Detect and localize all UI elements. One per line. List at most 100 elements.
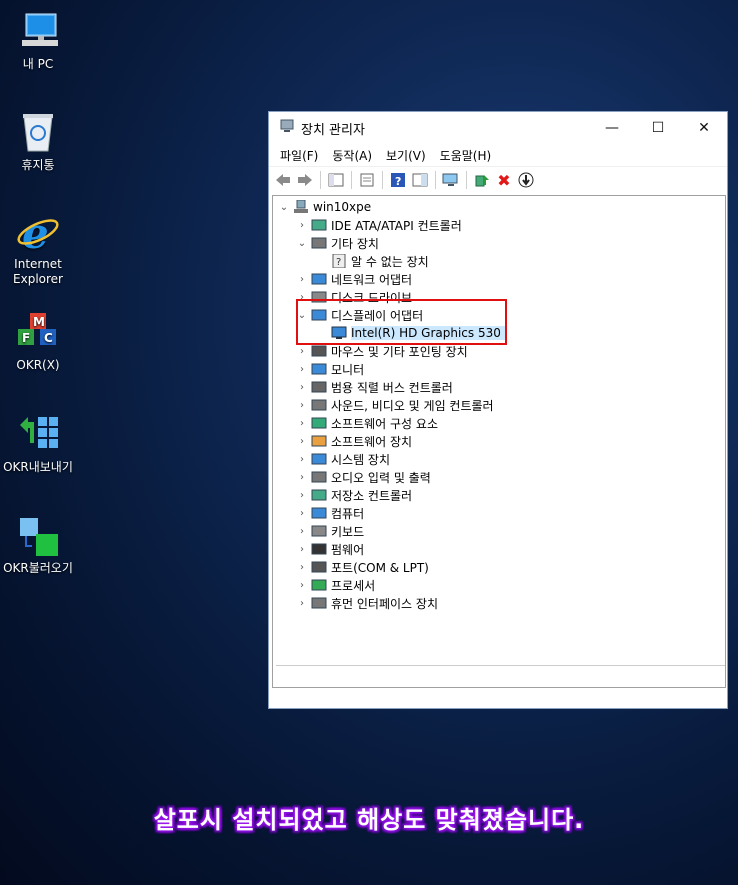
toolbar-separator (435, 171, 436, 189)
system-device-icon (311, 452, 327, 466)
chevron-right-icon[interactable]: › (295, 472, 309, 483)
tree-child-label: 알 수 없는 장치 (351, 254, 429, 269)
chevron-right-icon[interactable]: › (295, 220, 309, 231)
forward-arrow-icon[interactable] (295, 170, 315, 190)
tree-item[interactable]: › 사운드, 비디오 및 게임 컨트롤러 (295, 396, 494, 414)
tree-item-label: 소프트웨어 장치 (331, 434, 413, 449)
software-component-icon (311, 416, 327, 430)
chevron-right-icon[interactable]: › (295, 454, 309, 465)
chevron-right-icon[interactable]: › (295, 400, 309, 411)
svg-text:C: C (44, 331, 53, 345)
chevron-right-icon[interactable]: › (295, 490, 309, 501)
chevron-down-icon[interactable]: ⌄ (295, 238, 309, 249)
title-bar[interactable]: 장치 관리자 — ☐ ✕ (269, 112, 727, 144)
unknown-device-icon: ? (331, 253, 347, 269)
tree-item-label: 시스템 장치 (331, 452, 391, 467)
chevron-right-icon[interactable]: › (295, 346, 309, 357)
chevron-right-icon[interactable]: › (295, 580, 309, 591)
tree-item[interactable]: › 네트워크 어댑터 (295, 270, 412, 288)
show-hide-console-tree-icon[interactable] (326, 170, 346, 190)
desktop-icon-my-pc[interactable]: 내 PC (0, 10, 76, 72)
ide-controller-icon (311, 218, 327, 232)
tree-item-label: IDE ATA/ATAPI 컨트롤러 (331, 218, 462, 233)
chevron-right-icon[interactable]: › (295, 364, 309, 375)
minimize-button[interactable]: — (589, 112, 635, 144)
desktop-icon-label: Internet Explorer (13, 257, 63, 286)
chevron-right-icon[interactable]: › (295, 562, 309, 573)
tree-item[interactable]: › 오디오 입력 및 출력 (295, 468, 431, 486)
action-pane-icon[interactable] (410, 170, 430, 190)
internet-explorer-icon: e (16, 209, 60, 258)
chevron-right-icon[interactable]: › (295, 436, 309, 447)
storage-controller-icon (311, 488, 327, 502)
tree-item-label: 저장소 컨트롤러 (331, 488, 413, 503)
desktop-icon-okr-export[interactable]: OKR내보내기 (0, 413, 76, 475)
tree-item[interactable]: › 포트(COM & LPT) (295, 558, 429, 576)
tree-item[interactable]: › 모니터 (295, 360, 364, 378)
back-arrow-icon[interactable] (273, 170, 293, 190)
help-icon[interactable]: ? (388, 170, 408, 190)
desktop-icon-recycle-bin[interactable]: 휴지통 (0, 111, 76, 173)
tree-root[interactable]: ⌄ win10xpe (277, 198, 371, 216)
properties-icon[interactable] (357, 170, 377, 190)
menu-file[interactable]: 파일(F) (273, 145, 325, 166)
tree-child-item[interactable]: ? 알 수 없는 장치 (329, 252, 429, 270)
desktop-icon-okr-import[interactable]: OKR불러오기 (0, 514, 76, 576)
chevron-right-icon[interactable]: › (295, 526, 309, 537)
tree-item[interactable]: › 키보드 (295, 522, 364, 540)
chevron-right-icon[interactable]: › (295, 418, 309, 429)
okr-import-icon (16, 514, 60, 558)
uninstall-device-icon[interactable]: ✖ (494, 170, 514, 190)
tree-item[interactable]: › 저장소 컨트롤러 (295, 486, 412, 504)
chevron-right-icon[interactable]: › (295, 274, 309, 285)
okr-export-icon (16, 413, 60, 457)
tree-item[interactable]: › 펌웨어 (295, 540, 364, 558)
desktop-icon-internet-explorer[interactable]: e Internet Explorer (0, 209, 76, 287)
disable-device-icon[interactable] (516, 170, 536, 190)
chevron-right-icon[interactable]: › (295, 598, 309, 609)
tree-item-label: 컴퓨터 (331, 506, 365, 521)
mouse-icon (311, 344, 327, 358)
device-tree: ⌄ win10xpe › IDE ATA/ATAPI 컨트롤러 ⌄ 기타 장치? 알 수… (272, 195, 726, 688)
menu-view[interactable]: 보기(V) (379, 145, 433, 166)
processor-icon (311, 578, 327, 592)
firmware-icon (311, 542, 327, 556)
svg-text:F: F (22, 331, 30, 345)
tree-item[interactable]: ⌄ 기타 장치 (295, 234, 379, 252)
port-icon (311, 560, 327, 574)
tree-item[interactable]: › IDE ATA/ATAPI 컨트롤러 (295, 216, 462, 234)
network-adapter-icon (311, 272, 327, 286)
audio-io-icon (311, 470, 327, 484)
chevron-right-icon[interactable]: › (295, 508, 309, 519)
svg-text:e: e (22, 210, 49, 254)
tree-item[interactable]: › 소프트웨어 장치 (295, 432, 412, 450)
chevron-down-icon[interactable]: ⌄ (277, 202, 291, 213)
chevron-right-icon[interactable]: › (295, 382, 309, 393)
desktop-icon-okr[interactable]: MFC OKR(X) (0, 311, 76, 373)
monitor-icon (311, 362, 327, 376)
maximize-button[interactable]: ☐ (635, 112, 681, 144)
desktop-icon-label: OKR불러오기 (3, 561, 73, 575)
window-title: 장치 관리자 (301, 122, 365, 138)
svg-text:?: ? (395, 175, 401, 187)
tree-item[interactable]: › 프로세서 (295, 576, 375, 594)
computer-icon (311, 506, 327, 520)
desktop-icon-label: 휴지통 (21, 158, 55, 172)
chevron-right-icon[interactable]: › (295, 544, 309, 555)
tree-item-label: 포트(COM & LPT) (331, 560, 429, 575)
tree-item[interactable]: › 휴먼 인터페이스 장치 (295, 594, 438, 612)
menu-action[interactable]: 동작(A) (325, 145, 379, 166)
update-driver-icon[interactable] (472, 170, 492, 190)
toolbar-separator (351, 171, 352, 189)
device-manager-window: 장치 관리자 — ☐ ✕ 파일(F) 동작(A) 보기(V) 도움말(H) ? … (268, 111, 728, 709)
tree-item[interactable]: › 범용 직렬 버스 컨트롤러 (295, 378, 453, 396)
tree-item-label: 기타 장치 (331, 236, 379, 251)
close-button[interactable]: ✕ (681, 112, 727, 144)
tree-item[interactable]: › 컴퓨터 (295, 504, 364, 522)
scan-hardware-icon[interactable] (441, 170, 461, 190)
toolbar-separator (466, 171, 467, 189)
tree-item[interactable]: › 소프트웨어 구성 요소 (295, 414, 438, 432)
tree-item[interactable]: › 시스템 장치 (295, 450, 390, 468)
computer-icon (16, 10, 60, 54)
menu-help[interactable]: 도움말(H) (433, 145, 499, 166)
